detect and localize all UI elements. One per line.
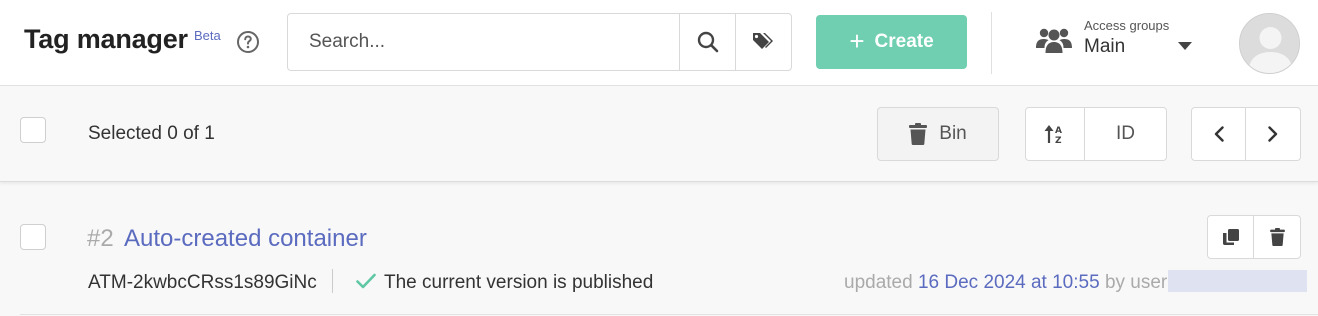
svg-text:A: A xyxy=(1055,126,1062,136)
bin-label: Bin xyxy=(939,123,967,144)
create-label: Create xyxy=(874,31,934,52)
sort-alpha-icon: A Z xyxy=(1044,125,1062,145)
pager-group xyxy=(1191,107,1301,161)
sort-direction-button[interactable]: A Z xyxy=(1026,108,1085,160)
app-title: Tag manager xyxy=(24,24,188,54)
users-icon xyxy=(1036,28,1072,53)
prev-page-button[interactable] xyxy=(1192,108,1247,160)
copy-button[interactable] xyxy=(1208,216,1255,258)
tag-filter-button[interactable] xyxy=(735,14,791,70)
create-button[interactable]: + Create xyxy=(816,15,967,69)
container-number: #2 xyxy=(87,225,114,252)
search-input[interactable] xyxy=(288,14,679,70)
sort-field-button[interactable]: ID xyxy=(1085,108,1166,160)
help-icon[interactable] xyxy=(236,30,260,54)
plus-icon: + xyxy=(849,25,865,56)
search-icon xyxy=(697,31,718,53)
row-actions xyxy=(1207,215,1301,259)
access-groups-value: Main xyxy=(1084,36,1126,57)
selected-count: Selected 0 of 1 xyxy=(88,123,215,144)
updated-by: by user xyxy=(1104,272,1168,293)
svg-text:Z: Z xyxy=(1055,136,1062,145)
caret-down-icon xyxy=(1178,42,1192,50)
updated-date: 16 Dec 2024 at 10:55 xyxy=(917,272,1100,293)
beta-badge: Beta xyxy=(194,28,221,43)
search-button[interactable] xyxy=(679,14,735,70)
list-toolbar: Selected 0 of 1 Bin A Z ID xyxy=(0,86,1318,182)
avatar[interactable] xyxy=(1239,13,1300,74)
sort-group: A Z ID xyxy=(1025,107,1167,161)
access-groups-label: Access groups xyxy=(1084,18,1170,33)
list-item: #2 Auto-created container ATM-2kwbcCRss1… xyxy=(0,183,1318,316)
container-public-id: ATM-2kwbcCRss1s89GiNc xyxy=(88,272,317,293)
select-all-checkbox[interactable] xyxy=(20,117,46,143)
bin-button[interactable]: Bin xyxy=(877,107,999,161)
chevron-right-icon xyxy=(1268,126,1278,142)
header-divider xyxy=(991,12,992,74)
tags-icon xyxy=(752,33,773,49)
updated-info: updated 16 Dec 2024 at 10:55 by user xyxy=(844,272,1167,294)
top-header: Tag manager Beta + Create xyxy=(0,0,1318,86)
row-checkbox[interactable] xyxy=(20,224,46,250)
search-box xyxy=(287,13,792,71)
redacted-username xyxy=(1168,270,1307,292)
row-divider xyxy=(20,314,1318,315)
check-icon xyxy=(356,273,376,289)
row-separator xyxy=(332,269,333,293)
delete-button[interactable] xyxy=(1254,216,1300,258)
next-page-button[interactable] xyxy=(1246,108,1300,160)
trash-icon xyxy=(1269,228,1285,246)
copy-icon xyxy=(1222,229,1239,245)
trash-icon xyxy=(909,123,928,145)
updated-prefix: updated xyxy=(844,272,913,293)
container-title-link[interactable]: Auto-created container xyxy=(124,225,367,253)
chevron-left-icon xyxy=(1214,126,1224,142)
publish-status: The current version is published xyxy=(384,272,654,293)
access-groups-selector[interactable]: Access groups Main xyxy=(1036,14,1206,70)
